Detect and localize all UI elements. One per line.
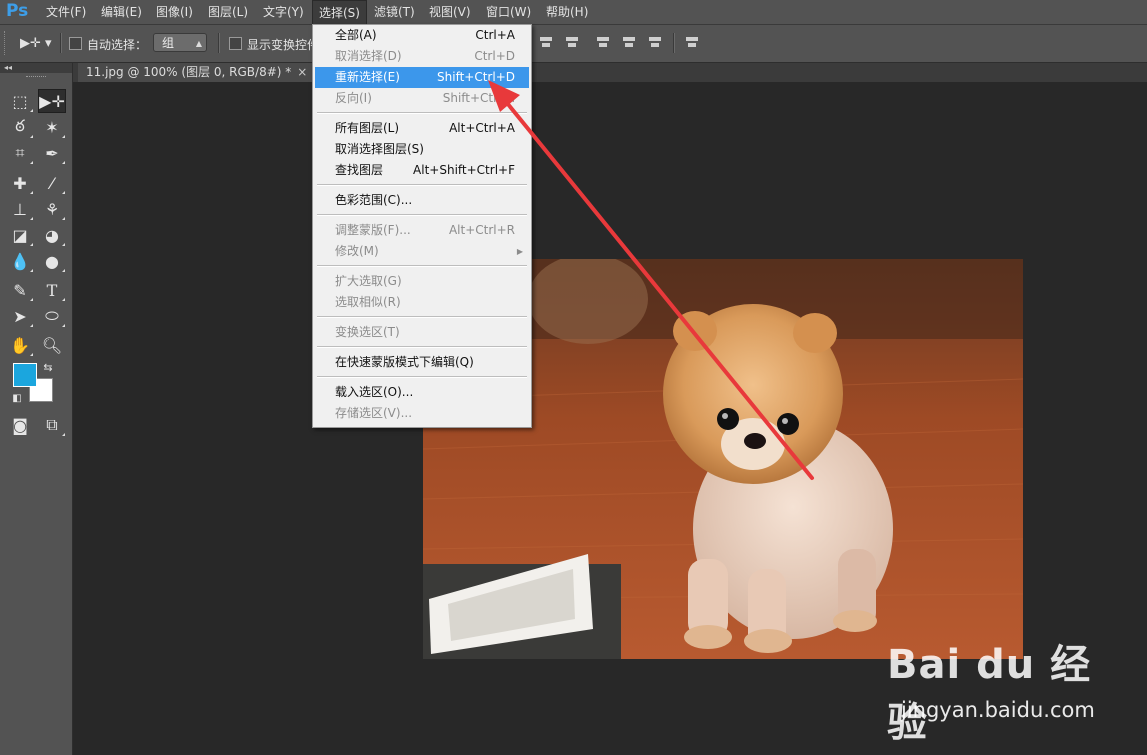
- menu-view[interactable]: 视图(V): [423, 0, 477, 24]
- distribute-group: [538, 34, 580, 52]
- menu-item-save-selection[interactable]: 存储选区(V)...: [315, 403, 529, 424]
- menu-edit[interactable]: 编辑(E): [95, 0, 148, 24]
- document-tab-title: 11.jpg @ 100% (图层 0, RGB/8#) *: [86, 65, 292, 79]
- eyedropper-icon[interactable]: ✒: [38, 141, 66, 165]
- auto-select-label: 自动选择：: [87, 38, 148, 52]
- zoom-icon[interactable]: 🔍︎: [38, 333, 66, 357]
- app-logo: Ps: [6, 1, 29, 21]
- menu-item-all-layers[interactable]: 所有图层(L) Alt+Ctrl+A: [315, 118, 529, 139]
- menu-separator: [317, 265, 527, 267]
- menu-item-refine-mask[interactable]: 调整蒙版(F)... Alt+Ctrl+R: [315, 220, 529, 241]
- select-menu-dropdown: 全部(A) Ctrl+A 取消选择(D) Ctrl+D 重新选择(E) Shift+C…: [312, 24, 532, 428]
- collapse-panel-icon[interactable]: ◂◂: [0, 63, 72, 73]
- blur-icon[interactable]: 💧: [6, 249, 34, 273]
- marquee-icon[interactable]: ⬚: [6, 89, 34, 113]
- watermark-brand: Bai du 经验: [887, 642, 1092, 746]
- move-tool-preset-icon[interactable]: ▶✛ ▾: [20, 36, 52, 51]
- menu-select[interactable]: 选择(S): [312, 0, 367, 24]
- screen-mode-icon[interactable]: ⧉: [38, 413, 66, 437]
- menu-type[interactable]: 文字(Y): [257, 0, 310, 24]
- watermark-url: jingyan.baidu.com: [901, 698, 1095, 722]
- auto-select-value: 组: [162, 36, 175, 50]
- menu-window[interactable]: 窗口(W): [480, 0, 537, 24]
- menu-item-similar[interactable]: 选取相似(R): [315, 292, 529, 313]
- options-bar: ▶✛ ▾ 自动选择： 组 ▲ 显示变换控件: [0, 25, 1147, 63]
- document-tab[interactable]: 11.jpg @ 100% (图层 0, RGB/8#) * ×: [78, 63, 317, 82]
- menu-item-quick-mask[interactable]: 在快速蒙版模式下编辑(Q): [315, 352, 529, 373]
- menu-bar: Ps 文件(F) 编辑(E) 图像(I) 图层(L) 文字(Y) 选择(S) 滤…: [0, 0, 1147, 25]
- path-selection-icon[interactable]: ➤: [6, 304, 34, 328]
- baidu-watermark: Bai du 经验 jingyan.baidu.com: [887, 630, 1117, 746]
- menu-separator: [317, 316, 527, 318]
- menu-item-grow[interactable]: 扩大选取(G): [315, 271, 529, 292]
- menu-separator: [317, 214, 527, 216]
- distribute-right-icon[interactable]: [647, 34, 663, 50]
- show-transform-label: 显示变换控件: [247, 38, 320, 52]
- auto-select-checkbox[interactable]: [69, 37, 82, 50]
- healing-brush-icon[interactable]: ✚: [6, 171, 34, 195]
- menu-item-color-range[interactable]: 色彩范围(C)...: [315, 190, 529, 211]
- quick-mask-icon[interactable]: ◙: [6, 413, 34, 437]
- menu-item-load-selection[interactable]: 载入选区(O)...: [315, 382, 529, 403]
- menu-item-select-all[interactable]: 全部(A) Ctrl+A: [315, 25, 529, 46]
- hand-icon[interactable]: ✋: [6, 333, 34, 357]
- menu-help[interactable]: 帮助(H): [540, 0, 594, 24]
- dropdown-arrows-icon: ▲: [195, 39, 202, 48]
- ellipse-icon[interactable]: ⬭: [38, 304, 66, 328]
- document-tab-bar: 11.jpg @ 100% (图层 0, RGB/8#) * ×: [73, 63, 1147, 82]
- menu-separator: [317, 376, 527, 378]
- lasso-icon[interactable]: ఠ: [6, 115, 34, 139]
- crop-icon[interactable]: ⌗: [6, 141, 34, 165]
- menu-filter[interactable]: 滤镜(T): [368, 0, 421, 24]
- clone-stamp-icon[interactable]: ⊥: [6, 197, 34, 221]
- menu-separator: [317, 184, 527, 186]
- divider: [673, 33, 675, 53]
- history-brush-icon[interactable]: ⚘: [38, 197, 66, 221]
- move-icon[interactable]: ▶✛: [38, 89, 66, 113]
- foreground-color-swatch[interactable]: [13, 363, 37, 387]
- distribute-left-icon[interactable]: [595, 34, 611, 50]
- menu-image[interactable]: 图像(I): [150, 0, 199, 24]
- menu-item-deselect-layers[interactable]: 取消选择图层(S): [315, 139, 529, 160]
- divider: [218, 33, 220, 53]
- auto-align-layers-icon[interactable]: [684, 34, 700, 50]
- options-grip[interactable]: [4, 31, 8, 55]
- distribute-hcenter-icon[interactable]: [621, 34, 637, 50]
- pen-icon[interactable]: ✎: [6, 278, 34, 302]
- magic-wand-icon[interactable]: ✶: [38, 115, 66, 139]
- menu-item-deselect[interactable]: 取消选择(D) Ctrl+D: [315, 46, 529, 67]
- distribute-vcenter-icon[interactable]: [564, 34, 580, 50]
- panel-grip[interactable]: [26, 76, 46, 80]
- show-transform-checkbox[interactable]: [229, 37, 242, 50]
- dodge-icon[interactable]: ●: [38, 249, 66, 273]
- menu-item-reselect[interactable]: 重新选择(E) Shift+Ctrl+D: [315, 67, 529, 88]
- paint-bucket-icon[interactable]: ◕: [38, 223, 66, 247]
- submenu-arrow-icon: ▶: [516, 247, 523, 256]
- type-icon[interactable]: T: [38, 278, 66, 302]
- distribute-top-icon[interactable]: [538, 34, 554, 50]
- brush-icon[interactable]: ⁄: [38, 171, 66, 195]
- eraser-icon[interactable]: ◪: [6, 223, 34, 247]
- tools-panel: ◂◂ ⬚ ▶✛ ఠ ✶ ⌗ ✒ ✚ ⁄ ⊥ ⚘ ◪ ◕ 💧 ● ✎ T ➤ ⬭ …: [0, 63, 73, 755]
- distribute-h-group: [595, 34, 663, 52]
- auto-select-dropdown[interactable]: 组 ▲: [153, 33, 207, 52]
- swap-colors-icon[interactable]: ⇆: [38, 359, 58, 375]
- close-tab-icon[interactable]: ×: [297, 65, 307, 79]
- divider: [60, 33, 62, 53]
- menu-item-inverse[interactable]: 反向(I) Shift+Ctrl+I: [315, 88, 529, 109]
- menu-file[interactable]: 文件(F): [40, 0, 92, 24]
- menu-separator: [317, 346, 527, 348]
- auto-align-group: [684, 34, 700, 52]
- menu-item-find-layers[interactable]: 查找图层 Alt+Shift+Ctrl+F: [315, 160, 529, 181]
- menu-layer[interactable]: 图层(L): [202, 0, 254, 24]
- menu-item-transform-selection[interactable]: 变换选区(T): [315, 322, 529, 343]
- menu-separator: [317, 112, 527, 114]
- menu-item-modify[interactable]: 修改(M) ▶: [315, 241, 529, 262]
- default-colors-icon[interactable]: ◧: [8, 390, 26, 406]
